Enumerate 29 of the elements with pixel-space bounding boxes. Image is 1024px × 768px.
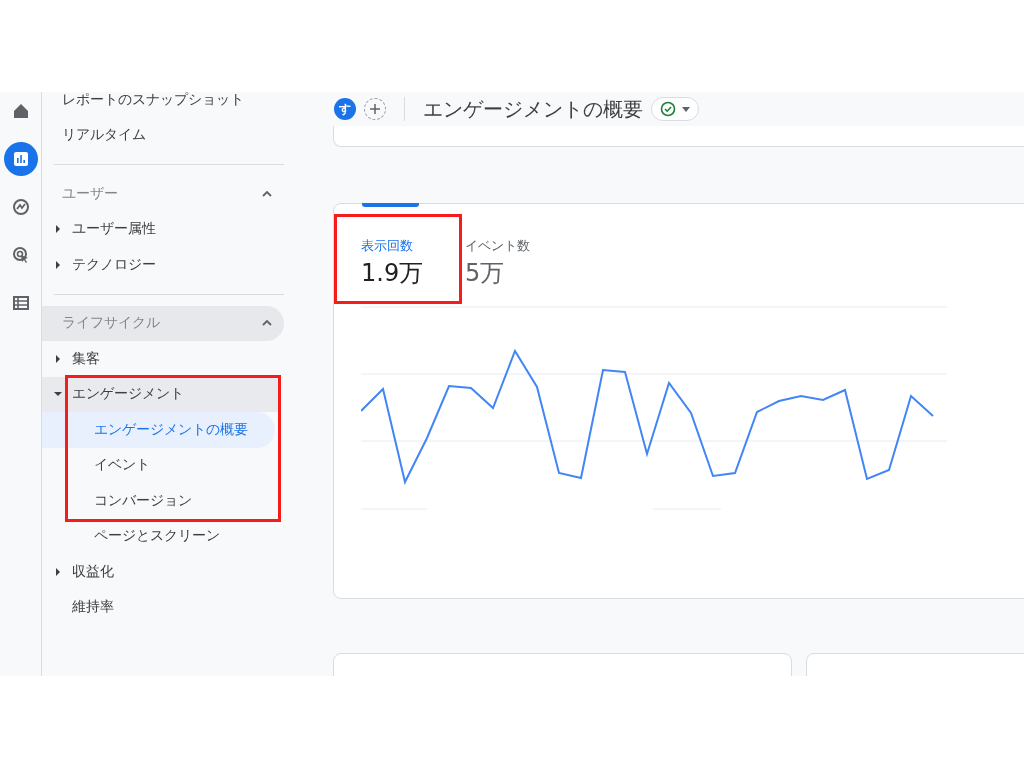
nav-link[interactable]: リアルタイム [42, 117, 284, 153]
nav-item[interactable]: エンゲージメント [42, 376, 280, 412]
caret-right-icon[interactable] [54, 567, 62, 576]
nav-subitem[interactable]: イベント [42, 447, 275, 483]
plus-icon [369, 103, 381, 115]
tab-indicator [362, 203, 419, 207]
reports-icon[interactable] [3, 142, 38, 176]
nav-item[interactable]: 集客 [42, 341, 284, 377]
caret-right-icon[interactable] [54, 260, 62, 269]
nav-item[interactable]: テクノロジー [42, 247, 284, 283]
caret-right-icon[interactable] [54, 225, 62, 234]
metric-tab[interactable]: イベント数 5万 [462, 214, 533, 304]
status-dropdown[interactable] [651, 97, 699, 121]
section-header[interactable]: ユーザー [42, 176, 284, 212]
check-circle-icon [660, 101, 676, 117]
avatar[interactable]: す [334, 98, 356, 120]
caret-down-icon[interactable] [54, 390, 62, 399]
chevron-up-icon [262, 320, 272, 327]
chevron-up-icon [262, 190, 272, 197]
nav-subitem[interactable]: エンゲージメントの概要 [42, 412, 275, 448]
nav-item[interactable]: 収益化 [42, 554, 284, 590]
nav-item[interactable]: 維持率 [42, 589, 284, 625]
nav-item[interactable]: ユーザー属性 [42, 211, 284, 247]
nav-subitem[interactable]: ページとスクリーン [42, 518, 275, 554]
nav-link[interactable]: レポートのスナップショット [42, 92, 284, 118]
page-title: エンゲージメントの概要 [423, 95, 643, 123]
caret-down-icon [682, 106, 690, 112]
nav-subitem[interactable]: コンバージョン [42, 483, 275, 519]
caret-right-icon[interactable] [54, 354, 62, 363]
